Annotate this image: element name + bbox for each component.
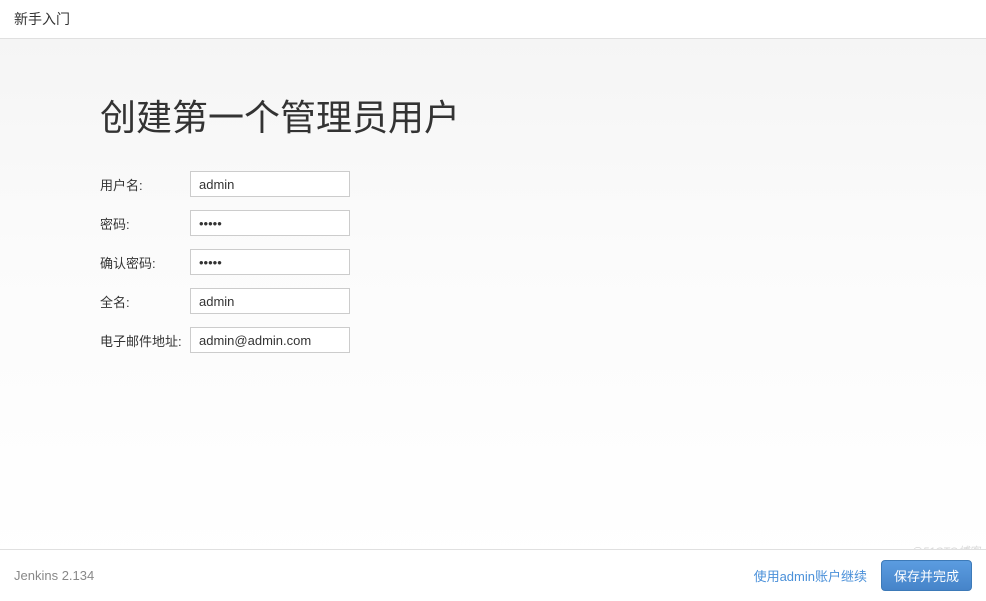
email-input[interactable] — [190, 327, 350, 353]
username-input[interactable] — [190, 171, 350, 197]
username-label: 用户名: — [100, 175, 190, 194]
form-row-username: 用户名: — [100, 171, 886, 197]
page-title: 创建第一个管理员用户 — [100, 89, 886, 141]
fullname-label: 全名: — [100, 292, 190, 311]
form-row-password: 密码: — [100, 210, 886, 236]
form-row-fullname: 全名: — [100, 288, 886, 314]
email-label: 电子邮件地址: — [100, 331, 190, 350]
save-and-finish-button[interactable]: 保存并完成 — [881, 560, 972, 591]
form-row-email: 电子邮件地址: — [100, 327, 886, 353]
wizard-footer: Jenkins 2.134 使用admin账户继续 保存并完成 — [0, 549, 986, 601]
main-content: 创建第一个管理员用户 用户名: 密码: 确认密码: 全名: 电子邮件地址: — [0, 39, 986, 568]
continue-as-admin-link[interactable]: 使用admin账户继续 — [754, 566, 867, 585]
confirm-password-input[interactable] — [190, 249, 350, 275]
footer-actions: 使用admin账户继续 保存并完成 — [754, 560, 972, 591]
version-text: Jenkins 2.134 — [14, 568, 94, 583]
password-input[interactable] — [190, 210, 350, 236]
form-row-confirm-password: 确认密码: — [100, 249, 886, 275]
password-label: 密码: — [100, 214, 190, 233]
confirm-password-label: 确认密码: — [100, 253, 190, 272]
fullname-input[interactable] — [190, 288, 350, 314]
wizard-header-title: 新手入门 — [14, 11, 70, 27]
wizard-header: 新手入门 — [0, 0, 986, 39]
